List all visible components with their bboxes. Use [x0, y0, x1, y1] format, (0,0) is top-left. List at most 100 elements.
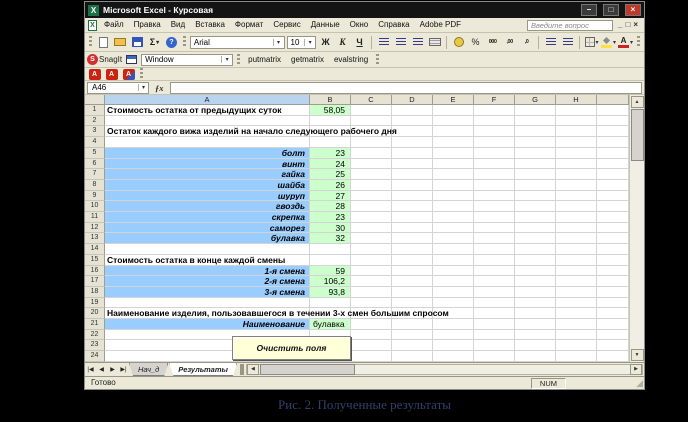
- cell-D8[interactable]: [392, 180, 433, 191]
- first-sheet-icon[interactable]: |◀: [85, 366, 96, 373]
- convert-and-review-button[interactable]: A: [121, 68, 136, 80]
- cell-F18[interactable]: [474, 287, 515, 298]
- cell-D10[interactable]: [392, 201, 433, 212]
- cell-C23[interactable]: [351, 340, 392, 351]
- cell-F15[interactable]: [474, 255, 515, 266]
- cell-A9[interactable]: шуруп: [105, 191, 310, 202]
- macro-button-getmatrix[interactable]: getmatrix: [287, 55, 328, 64]
- cell-partial-15[interactable]: [597, 255, 629, 266]
- menu-item-1[interactable]: Файл: [99, 18, 129, 32]
- cell-partial-4[interactable]: [597, 137, 629, 148]
- cell-F19[interactable]: [474, 298, 515, 309]
- cell-F1[interactable]: [474, 105, 515, 116]
- row-header-10[interactable]: 10: [85, 201, 105, 212]
- cell-partial-5[interactable]: [597, 148, 629, 159]
- cell-partial-11[interactable]: [597, 212, 629, 223]
- cell-D19[interactable]: [392, 298, 433, 309]
- cell-H13[interactable]: [556, 233, 597, 244]
- cell-F9[interactable]: [474, 191, 515, 202]
- cell-B14[interactable]: [310, 244, 351, 255]
- vertical-scroll-thumb[interactable]: [631, 109, 644, 161]
- cell-F17[interactable]: [474, 276, 515, 287]
- row-header-14[interactable]: 14: [85, 244, 105, 255]
- cell-partial-10[interactable]: [597, 201, 629, 212]
- cell-E1[interactable]: [433, 105, 474, 116]
- cell-G2[interactable]: [515, 116, 556, 127]
- cell-C6[interactable]: [351, 159, 392, 170]
- font-color-button[interactable]: А▾: [618, 35, 633, 50]
- horizontal-scrollbar[interactable]: ◀ ▶: [246, 364, 643, 375]
- cell-D12[interactable]: [392, 223, 433, 234]
- help-button[interactable]: ?: [164, 35, 179, 50]
- column-header-C[interactable]: C: [351, 95, 392, 105]
- cell-G6[interactable]: [515, 159, 556, 170]
- cell-C24[interactable]: [351, 351, 392, 362]
- column-header-D[interactable]: D: [392, 95, 433, 105]
- cell-C14[interactable]: [351, 244, 392, 255]
- cell-D9[interactable]: [392, 191, 433, 202]
- column-header-partial[interactable]: [597, 95, 629, 105]
- open-button[interactable]: [113, 35, 128, 50]
- row-header-8[interactable]: 8: [85, 180, 105, 191]
- cell-F21[interactable]: [474, 319, 515, 330]
- scroll-down-icon[interactable]: ▼: [631, 349, 644, 361]
- toolbar-options-handle[interactable]: [637, 36, 640, 48]
- cell-D13[interactable]: [392, 233, 433, 244]
- cell-E2[interactable]: [433, 116, 474, 127]
- cell-G10[interactable]: [515, 201, 556, 212]
- cell-D2[interactable]: [392, 116, 433, 127]
- menu-item-4[interactable]: Вставка: [190, 18, 230, 32]
- cell-G19[interactable]: [515, 298, 556, 309]
- cell-B13[interactable]: 32: [310, 233, 351, 244]
- cell-A10[interactable]: гвоздь: [105, 201, 310, 212]
- cell-G23[interactable]: [515, 340, 556, 351]
- cell-G20[interactable]: [515, 308, 556, 319]
- cell-D1[interactable]: [392, 105, 433, 116]
- cell-G12[interactable]: [515, 223, 556, 234]
- cell-G11[interactable]: [515, 212, 556, 223]
- cell-partial-6[interactable]: [597, 159, 629, 170]
- cell-H18[interactable]: [556, 287, 597, 298]
- row-header-15[interactable]: 15: [85, 255, 105, 266]
- cell-G13[interactable]: [515, 233, 556, 244]
- previous-sheet-icon[interactable]: ◀: [96, 366, 107, 373]
- cell-partial-24[interactable]: [597, 351, 629, 362]
- font-name-combo[interactable]: Arial▾: [190, 36, 285, 49]
- sheet-tab-Результаты[interactable]: Результаты: [169, 363, 237, 376]
- cell-D17[interactable]: [392, 276, 433, 287]
- new-document-button[interactable]: [96, 35, 111, 50]
- cell-C19[interactable]: [351, 298, 392, 309]
- cell-E15[interactable]: [433, 255, 474, 266]
- cell-partial-21[interactable]: [597, 319, 629, 330]
- cell-H11[interactable]: [556, 212, 597, 223]
- cell-D22[interactable]: [392, 330, 433, 341]
- cell-D16[interactable]: [392, 266, 433, 277]
- cell-F7[interactable]: [474, 169, 515, 180]
- align-right-button[interactable]: [410, 35, 425, 50]
- increase-decimal-button[interactable]: ,00: [502, 35, 517, 50]
- cell-B18[interactable]: 93,8: [310, 287, 351, 298]
- convert-and-email-button[interactable]: A: [104, 68, 119, 80]
- name-box-dropdown-icon[interactable]: ▾: [138, 84, 148, 91]
- cell-E22[interactable]: [433, 330, 474, 341]
- scroll-left-icon[interactable]: ◀: [247, 364, 259, 375]
- cell-G15[interactable]: [515, 255, 556, 266]
- insert-function-icon[interactable]: ƒx: [152, 83, 167, 93]
- cell-C9[interactable]: [351, 191, 392, 202]
- cell-F14[interactable]: [474, 244, 515, 255]
- cell-F23[interactable]: [474, 340, 515, 351]
- cell-C18[interactable]: [351, 287, 392, 298]
- cell-partial-23[interactable]: [597, 340, 629, 351]
- horizontal-scroll-thumb[interactable]: [260, 364, 355, 375]
- cell-F11[interactable]: [474, 212, 515, 223]
- toolbar-grip[interactable]: [376, 54, 379, 66]
- row-header-9[interactable]: 9: [85, 191, 105, 202]
- percent-button[interactable]: %: [468, 35, 483, 50]
- cell-B16[interactable]: 59: [310, 266, 351, 277]
- row-header-22[interactable]: 22: [85, 330, 105, 341]
- cell-C7[interactable]: [351, 169, 392, 180]
- cell-B6[interactable]: 24: [310, 159, 351, 170]
- question-box[interactable]: Введите вопрос: [527, 20, 613, 31]
- cell-E21[interactable]: [433, 319, 474, 330]
- cell-E12[interactable]: [433, 223, 474, 234]
